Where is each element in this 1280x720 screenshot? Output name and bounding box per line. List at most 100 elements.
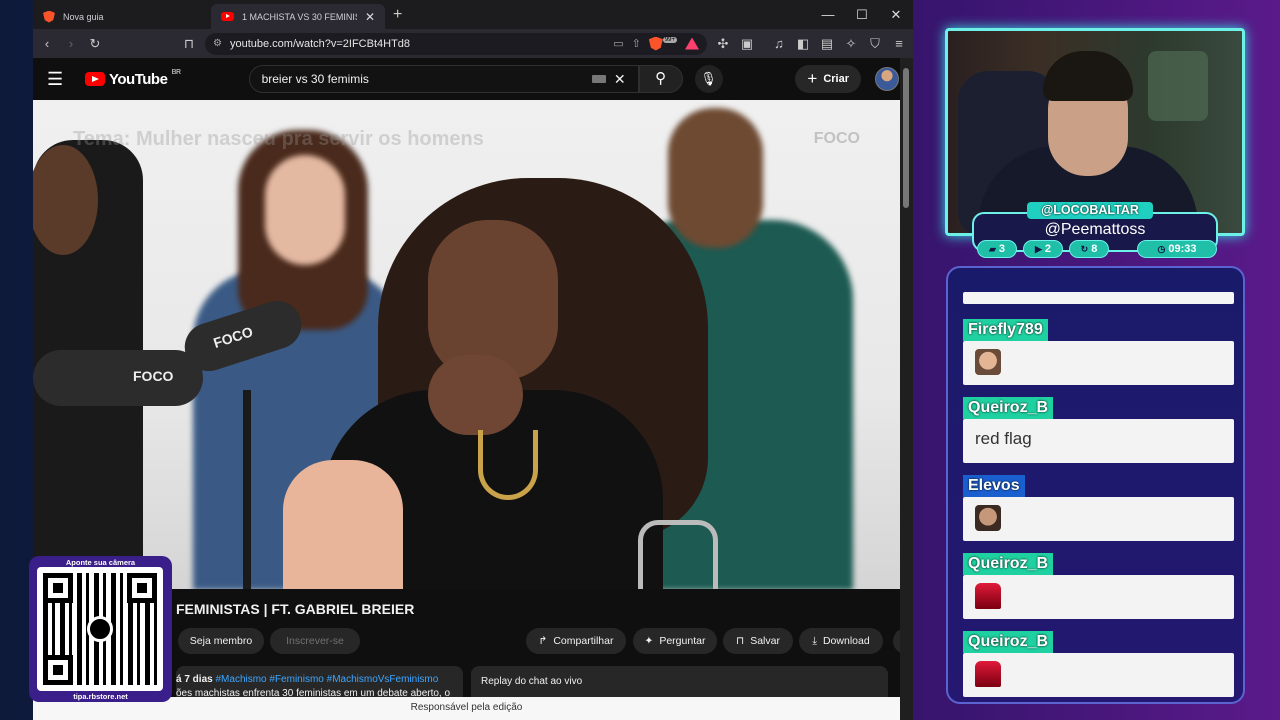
subscribe-label: Inscrever-se: [286, 635, 344, 647]
subscribe-button[interactable]: Inscrever-se: [270, 628, 360, 654]
qr-finder-top-right: [127, 573, 157, 603]
qr-logo-icon: [87, 616, 113, 642]
qr-bottom-label: tipa.rbstore.net: [73, 692, 128, 701]
site-info-icon[interactable]: ⚙: [213, 38, 222, 49]
channel-handle-badge: @LOCOBALTAR: [1027, 202, 1153, 219]
microphone-b: FOCO: [33, 350, 203, 406]
hashtags[interactable]: #Machismo #Feminismo #MachismoVsFeminism…: [215, 674, 438, 685]
menu-icon[interactable]: ≡: [891, 36, 907, 51]
search-input[interactable]: breier vs 30 femimis ✕: [248, 65, 639, 93]
sidebar-icon[interactable]: ◧: [795, 36, 811, 52]
keyboard-icon[interactable]: [591, 75, 606, 83]
qr-finder-top-left: [43, 573, 73, 603]
download-button[interactable]: ⤓ Download: [799, 628, 883, 654]
close-tab-icon[interactable]: ✕: [365, 10, 375, 24]
leo-ai-icon[interactable]: ✧: [843, 36, 859, 52]
brave-rewards-icon[interactable]: [685, 37, 699, 50]
ask-button[interactable]: ✦ Perguntar: [633, 628, 717, 654]
download-label: Download: [822, 635, 870, 647]
maximize-button[interactable]: ☐: [845, 0, 879, 29]
search-button[interactable]: ⚲: [638, 65, 683, 93]
share-icon: ↱: [538, 635, 548, 647]
cast-icon[interactable]: ▭: [613, 37, 623, 50]
mic-logo: FOCO: [211, 323, 255, 351]
clear-search-icon[interactable]: ✕: [614, 71, 626, 88]
youtube-logo-icon: [85, 72, 105, 86]
hamburger-menu-icon[interactable]: ☰: [47, 69, 71, 90]
chat-message-body: [963, 653, 1234, 697]
streamer-handle: @Peemattoss: [1044, 221, 1146, 238]
voice-search-button[interactable]: 🎙: [694, 65, 723, 93]
scrollbar-thumb[interactable]: [903, 68, 909, 208]
video-brand-watermark: FOCO: [813, 130, 860, 147]
download-icon: ⤓: [812, 634, 817, 647]
chat-username: Queiroz_B: [963, 397, 1054, 419]
share-button[interactable]: ↱ Compartilhar: [526, 628, 626, 654]
chat-message: Elevos: [963, 475, 1234, 541]
face-emote-icon: [975, 505, 1001, 531]
screenshot-icon[interactable]: ▣: [739, 36, 755, 52]
create-label: Criar: [823, 73, 849, 85]
mic-logo: FOCO: [133, 368, 174, 384]
new-tab-button[interactable]: +: [385, 6, 410, 29]
chat-message: Queiroz_B: [963, 553, 1234, 619]
brave-badge: 99+: [662, 36, 677, 43]
chat-message-body: [963, 341, 1234, 385]
tab-youtube-video[interactable]: 1 MACHISTA VS 30 FEMINISTAS | FT. G... ✕: [211, 4, 385, 29]
youtube-logo[interactable]: YouTube BR: [85, 69, 181, 88]
bookmark-icon[interactable]: ⊓: [181, 36, 197, 52]
vpn-icon[interactable]: ⛉: [867, 36, 883, 52]
forward-icon[interactable]: ›: [63, 36, 79, 51]
join-label: Seja membro: [189, 635, 253, 647]
chat-message-body: red flag: [963, 419, 1234, 463]
qr-code: [37, 567, 163, 691]
youtube-logo-text: YouTube: [109, 70, 168, 88]
chat-username: Queiroz_B: [963, 631, 1054, 653]
siren-emote-icon: [975, 583, 1001, 609]
minimize-button[interactable]: —: [811, 0, 845, 29]
page-scrollbar[interactable]: [900, 58, 913, 720]
close-window-button[interactable]: ✕: [879, 0, 913, 29]
share-label: Compartilhar: [553, 635, 614, 647]
person-background-2-head: [668, 108, 763, 248]
tab-title: Nova guia: [63, 11, 104, 22]
video-actions: Seja membro Inscrever-se ↱ Compartilhar …: [178, 628, 913, 654]
music-icon[interactable]: ♫: [771, 36, 787, 51]
background-lamp: [1148, 51, 1208, 121]
chat-username: Queiroz_B: [963, 553, 1054, 575]
stat-value: 09:33: [1168, 243, 1197, 255]
join-button[interactable]: Seja membro: [178, 628, 264, 654]
video-player[interactable]: FOCO FOCO Tema: Mulher nasceu pra servir…: [33, 100, 900, 589]
back-icon[interactable]: ‹: [39, 36, 55, 51]
extensions-icon[interactable]: ✣: [715, 36, 731, 52]
foreground-hand: [283, 460, 403, 589]
ask-label: Perguntar: [659, 635, 706, 647]
save-button[interactable]: ⊓ Salvar: [723, 628, 793, 654]
create-button[interactable]: + Criar: [795, 65, 861, 93]
mic-stand: [243, 390, 251, 589]
address-bar[interactable]: ⚙ youtube.com/watch?v=2IFCBt4HTd8 ▭ ⇧ 99…: [205, 32, 707, 55]
chat-panel: Firefly789 Queiroz_B red flag Elevos Que…: [946, 266, 1245, 704]
tab-new-tab[interactable]: Nova guia: [33, 4, 203, 29]
stat-clock: ◷ 09:33: [1137, 240, 1217, 258]
siren-emote-icon: [975, 661, 1001, 687]
chat-message: Queiroz_B: [963, 631, 1234, 697]
face-emote-icon: [975, 349, 1001, 375]
brave-shields-icon[interactable]: [648, 36, 663, 51]
header-actions: + Criar: [795, 65, 899, 93]
account-avatar[interactable]: [875, 67, 899, 91]
browser-toolbar: ‹ › ↻ ⊓ ⚙ youtube.com/watch?v=2IFCBt4HTd…: [33, 29, 913, 58]
reload-icon[interactable]: ↻: [87, 36, 103, 52]
tab-bar: Nova guia 1 MACHISTA VS 30 FEMINISTAS | …: [33, 0, 913, 29]
chat-message-body: [963, 575, 1234, 619]
tab-title: 1 MACHISTA VS 30 FEMINISTAS | FT. G...: [242, 11, 357, 22]
save-label: Salvar: [750, 635, 780, 647]
person-main-hand: [428, 355, 523, 435]
chat-username: Firefly789: [963, 319, 1048, 341]
brave-icon: [43, 10, 55, 23]
replay-label: Replay do chat ao vivo: [481, 676, 583, 687]
wallet-icon[interactable]: ▤: [819, 36, 835, 52]
chat-message: Firefly789: [963, 319, 1234, 385]
stat-refresh: ↻ 8: [1069, 240, 1109, 258]
share-icon[interactable]: ⇧: [632, 37, 641, 50]
